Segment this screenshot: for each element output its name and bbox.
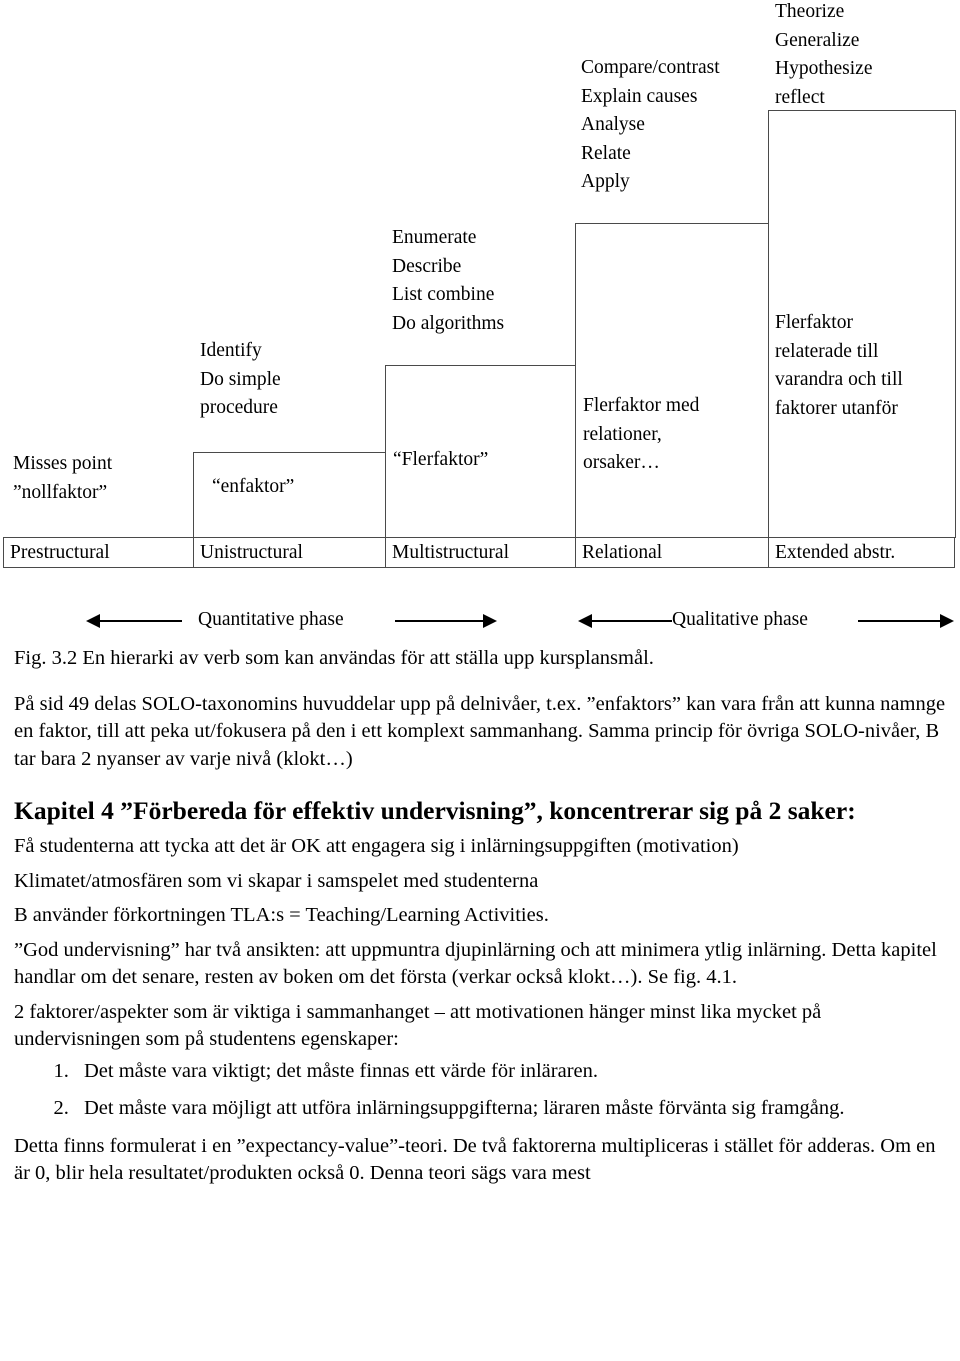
- phase-label-qualitative: Qualitative phase: [672, 609, 808, 630]
- factors-list: Det måste vara viktigt; det måste finnas…: [0, 1058, 960, 1123]
- arrow-left-quantitative-icon: [86, 614, 100, 628]
- figure-caption: Fig. 3.2 En hierarki av verb som kan anv…: [14, 647, 654, 669]
- verb-block-prestructural: Misses point ”nollfaktor”: [13, 453, 113, 503]
- solo-level-relational: Relational: [576, 538, 769, 567]
- arrow-right-quantitative-icon: [483, 614, 497, 628]
- paragraph-climate: Klimatet/atmosfären som vi skapar i sams…: [14, 869, 539, 892]
- document-body: Fig. 3.2 En hierarki av verb som kan anv…: [0, 645, 960, 1188]
- verb-block-multistructural: Enumerate Describe List combine Do algor…: [392, 227, 505, 334]
- solo-level-multistructural: Multistructural: [386, 538, 576, 567]
- phase-indicator-row: Quantitative phase Qualitative phase: [0, 600, 960, 634]
- paragraph-god-undervisning: ”God undervisning” har två ansikten: att…: [14, 938, 937, 989]
- solo-level-unistructural: Unistructural: [194, 538, 386, 567]
- solo-level-prestructural: Prestructural: [4, 538, 194, 567]
- arrow-line-quantitative-right: [395, 620, 483, 622]
- step-label-flerfaktor-med-relationer: Flerfaktor med relationer, orsaker…: [583, 395, 700, 474]
- step-label-enfaktor: “enfaktor”: [212, 476, 295, 497]
- chapter-heading: Kapitel 4 ”Förbereda för effektiv underv…: [14, 796, 856, 825]
- solo-level-row: Prestructural Unistructural Multistructu…: [3, 537, 955, 568]
- arrow-line-qualitative-right: [858, 620, 940, 622]
- paragraph-tla: B använder förkortningen TLA:s = Teachin…: [14, 904, 549, 926]
- verb-block-extended-abstract: Theorize Generalize Hypothesize reflect: [775, 1, 873, 108]
- arrow-left-qualitative-icon: [578, 614, 592, 628]
- step-relational: [575, 223, 769, 538]
- solo-level-extended-abstract: Extended abstr.: [775, 542, 896, 563]
- paragraph-sid49: På sid 49 delas SOLO-taxonomins huvuddel…: [14, 692, 946, 770]
- step-label-flerfaktor: “Flerfaktor”: [393, 449, 489, 470]
- paragraph-2faktorer: 2 faktorer/aspekter som är viktiga i sam…: [14, 1000, 822, 1051]
- phase-label-quantitative: Quantitative phase: [198, 609, 344, 630]
- list-item: Det måste vara viktigt; det måste finnas…: [74, 1058, 960, 1086]
- verb-block-relational: Compare/contrast Explain causes Analyse …: [581, 57, 720, 193]
- list-item: Det måste vara möjligt att utföra inlärn…: [74, 1095, 960, 1123]
- paragraph-motivation: Få studenterna att tycka att det är OK a…: [14, 835, 739, 857]
- step-label-flerfaktor-relaterade: Flerfaktor relaterade till varandra och …: [775, 312, 903, 419]
- solo-taxonomy-figure: Misses point ”nollfaktor” Identify Do si…: [0, 0, 960, 645]
- arrow-line-qualitative-left: [592, 620, 672, 622]
- arrow-line-quantitative-left: [100, 620, 182, 622]
- arrow-right-qualitative-icon: [940, 614, 954, 628]
- paragraph-expectancy-value: Detta finns formulerat i en ”expectancy-…: [14, 1134, 936, 1185]
- verb-block-unistructural: Identify Do simple procedure: [200, 340, 281, 419]
